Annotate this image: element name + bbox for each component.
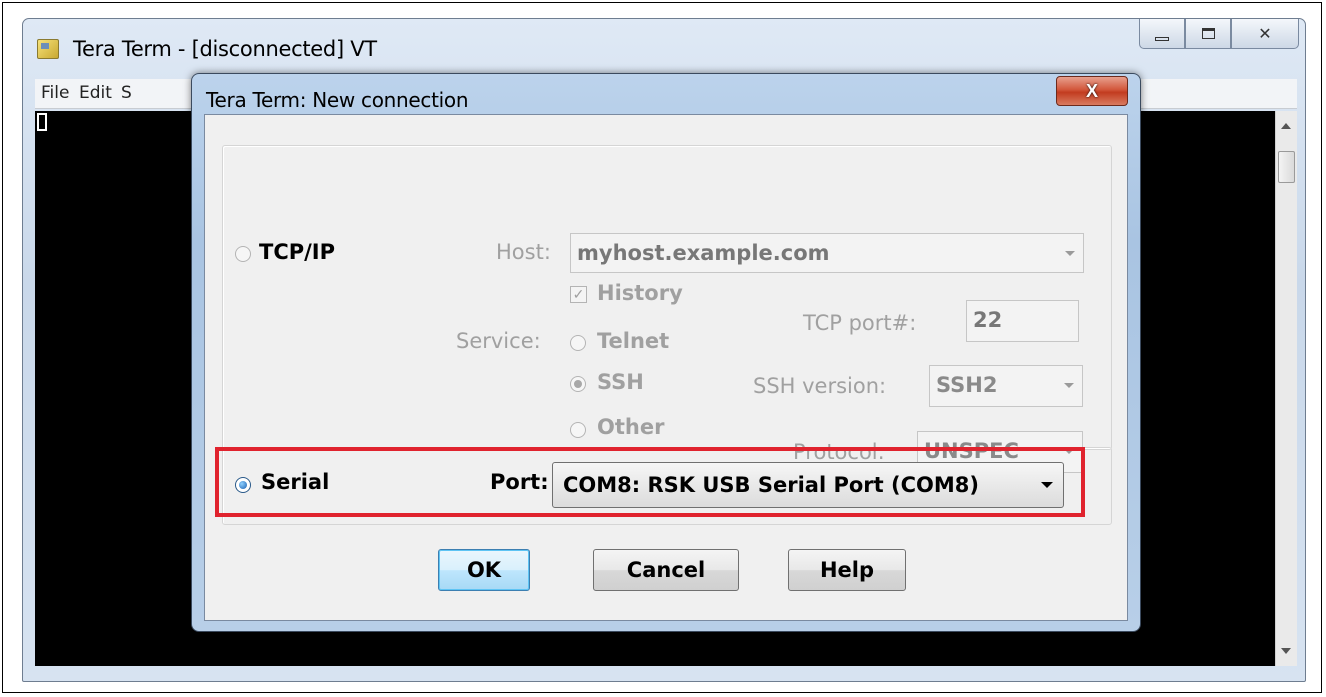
port-value: COM8: RSK USB Serial Port (COM8) — [563, 473, 979, 497]
tcpip-radio[interactable] — [235, 246, 251, 262]
chevron-down-icon — [1065, 251, 1075, 256]
ok-button[interactable]: OK — [438, 549, 530, 591]
maximize-icon — [1201, 28, 1215, 39]
dialog-body: TCP/IP Host: myhost.example.com ✓ Histor… — [204, 114, 1128, 621]
history-checkbox[interactable]: ✓ — [570, 286, 587, 303]
serial-label: Serial — [261, 470, 330, 494]
scroll-thumb[interactable] — [1278, 151, 1295, 183]
ssh-radio[interactable] — [570, 376, 586, 392]
chevron-down-icon — [1064, 383, 1074, 388]
maximize-button[interactable] — [1185, 19, 1231, 49]
minimize-icon — [1155, 36, 1169, 41]
menu-edit[interactable]: Edit — [79, 83, 112, 103]
help-button[interactable]: Help — [788, 549, 906, 591]
tcp-port-label: TCP port#: — [803, 311, 917, 335]
close-icon: ✕ — [1258, 25, 1272, 43]
close-button[interactable]: ✕ — [1231, 19, 1299, 49]
dialog-close-button[interactable]: X — [1056, 76, 1128, 106]
scroll-up-icon[interactable] — [1281, 123, 1291, 129]
chevron-down-icon — [1041, 482, 1053, 488]
new-connection-dialog: Tera Term: New connection X TCP/IP Host:… — [191, 73, 1141, 632]
minimize-button[interactable] — [1139, 19, 1185, 49]
host-label: Host: — [496, 240, 551, 264]
serial-radio[interactable] — [235, 477, 251, 493]
ok-label: OK — [466, 558, 502, 582]
menu-setup[interactable]: S — [121, 83, 132, 103]
host-combobox[interactable]: myhost.example.com — [570, 233, 1084, 273]
help-label: Help — [819, 558, 875, 582]
protocol-label: Protocol: — [793, 440, 885, 464]
terminal-cursor — [37, 113, 47, 131]
cancel-label: Cancel — [626, 558, 706, 582]
history-label: History — [597, 281, 683, 305]
ssh-version-select[interactable]: SSH2 — [929, 365, 1083, 407]
window-title: Tera Term - [disconnected] VT — [73, 37, 377, 61]
port-select[interactable]: COM8: RSK USB Serial Port (COM8) — [552, 462, 1064, 508]
ssh-version-label: SSH version: — [753, 374, 887, 398]
window-controls: ✕ — [1139, 19, 1299, 49]
close-icon: X — [1085, 80, 1098, 101]
dialog-title: Tera Term: New connection — [206, 88, 469, 112]
ssh-label: SSH — [597, 370, 644, 394]
tcp-port-input[interactable]: 22 — [966, 300, 1079, 342]
telnet-radio[interactable] — [570, 335, 586, 351]
telnet-label: Telnet — [597, 329, 670, 353]
ssh-version-value: SSH2 — [936, 373, 998, 397]
service-label: Service: — [456, 329, 541, 353]
menu-file[interactable]: File — [41, 83, 69, 103]
other-label: Other — [597, 415, 665, 439]
main-titlebar[interactable]: Tera Term - [disconnected] VT ✕ — [23, 19, 1305, 79]
port-label: Port: — [490, 470, 549, 494]
host-value: myhost.example.com — [577, 241, 830, 265]
tcpip-label: TCP/IP — [259, 240, 336, 264]
tcp-port-value: 22 — [973, 308, 1003, 332]
chevron-down-icon — [1064, 449, 1074, 454]
scroll-down-icon[interactable] — [1281, 648, 1291, 654]
cancel-button[interactable]: Cancel — [593, 549, 739, 591]
protocol-value: UNSPEC — [924, 439, 1019, 463]
tera-term-icon — [37, 39, 59, 59]
vertical-scrollbar[interactable] — [1275, 111, 1297, 666]
other-radio[interactable] — [570, 422, 586, 438]
